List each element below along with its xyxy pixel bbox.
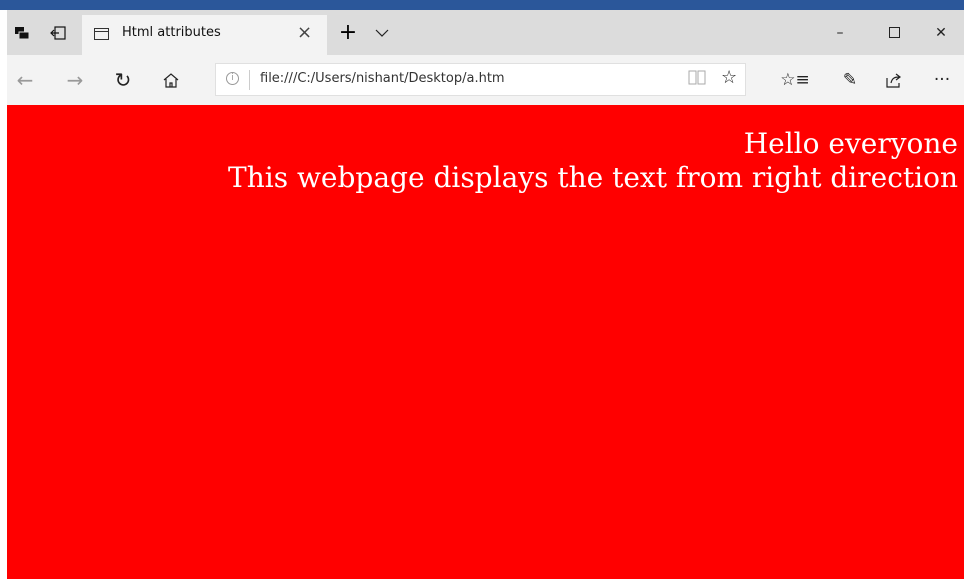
description-text: This webpage displays the text from righ… — [228, 161, 958, 194]
star-icon[interactable]: ☆ — [721, 67, 737, 88]
maximize-button[interactable] — [871, 10, 917, 55]
info-icon[interactable]: i — [226, 72, 239, 85]
address-separator — [249, 70, 250, 90]
forward-icon[interactable]: → — [57, 55, 93, 105]
page-content: Hello everyone This webpage displays the… — [7, 105, 964, 579]
page-icon — [94, 28, 109, 40]
pen-icon[interactable]: ✎ — [831, 55, 869, 105]
home-icon[interactable] — [153, 55, 189, 105]
tab-preview-icon[interactable] — [7, 10, 37, 55]
refresh-icon[interactable]: ↻ — [105, 55, 141, 105]
window-top-strip — [0, 0, 964, 10]
plus-icon[interactable]: + — [333, 10, 363, 55]
browser-window: Html attributes × + – ✕ ← → ↻ i file:///… — [7, 10, 964, 579]
hello-text: Hello everyone — [743, 127, 958, 160]
more-icon[interactable]: ··· — [923, 55, 961, 105]
favorites-icon[interactable]: ☆≡ — [776, 55, 814, 105]
url-text[interactable]: file:///C:/Users/nishant/Desktop/a.htm — [260, 71, 505, 86]
back-icon[interactable]: ← — [7, 55, 43, 105]
tab-html-attributes[interactable]: Html attributes × — [82, 15, 327, 55]
navigation-bar: ← → ↻ i file:///C:/Users/nishant/Desktop… — [7, 55, 964, 105]
chevron-down-icon[interactable] — [367, 10, 397, 55]
address-bar[interactable]: i file:///C:/Users/nishant/Desktop/a.htm… — [215, 63, 746, 96]
tab-title: Html attributes — [122, 25, 221, 40]
reading-view-icon[interactable] — [688, 70, 706, 89]
tab-bar: Html attributes × + – ✕ — [7, 10, 964, 55]
minimize-button[interactable]: – — [817, 10, 863, 55]
close-tab-icon[interactable]: × — [297, 23, 312, 43]
share-icon[interactable] — [875, 55, 913, 105]
close-window-button[interactable]: ✕ — [918, 10, 964, 55]
set-tabs-aside-icon[interactable] — [43, 10, 73, 55]
